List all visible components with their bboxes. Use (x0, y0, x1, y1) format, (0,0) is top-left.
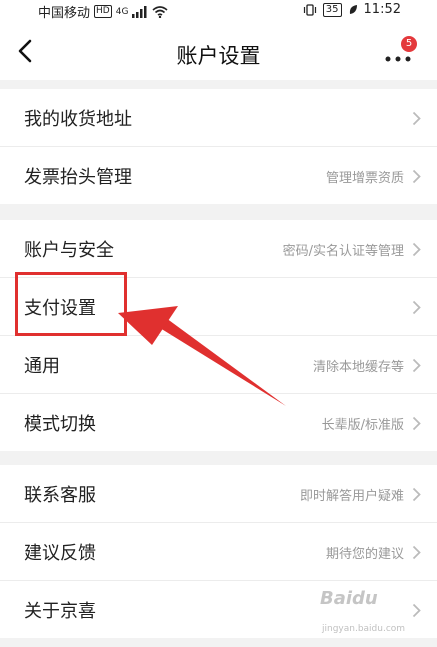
settings-group-support: 联系客服 即时解答用户疑难 建议反馈 期待您的建议 关于京喜 (0, 465, 437, 638)
row-label: 支付设置 (24, 298, 96, 319)
row-label: 我的收货地址 (24, 109, 132, 130)
chevron-right-icon (412, 487, 421, 502)
row-label: 发票抬头管理 (24, 167, 132, 188)
chevron-right-icon (412, 242, 421, 257)
row-shipping-address[interactable]: 我的收货地址 (0, 89, 437, 147)
row-subtitle: 管理增票资质 (325, 171, 404, 186)
battery-icon: 35 (322, 2, 342, 17)
leaf-icon (349, 4, 357, 14)
status-bar: 中国移动 HD 4G 35 11:52 (0, 0, 437, 22)
status-right: 35 11:52 (303, 2, 401, 17)
row-label: 关于京喜 (24, 601, 96, 622)
wifi-icon (152, 5, 168, 18)
vibrate-icon (303, 3, 316, 16)
row-subtitle: 期待您的建议 (325, 547, 404, 562)
row-account-security[interactable]: 账户与安全 密码/实名认证等管理 (0, 220, 437, 278)
row-mode-switch[interactable]: 模式切换 长辈版/标准版 (0, 394, 437, 451)
hd-icon: HD (94, 5, 112, 18)
settings-group-address: 我的收货地址 发票抬头管理 管理增票资质 (0, 89, 437, 204)
row-label: 通用 (24, 356, 60, 377)
row-subtitle: 密码/实名认证等管理 (282, 244, 404, 259)
row-label: 联系客服 (24, 485, 96, 506)
row-feedback[interactable]: 建议反馈 期待您的建议 (0, 523, 437, 581)
more-dots-icon (385, 56, 411, 62)
network-type: 4G (115, 6, 129, 17)
status-left: 中国移动 HD 4G (38, 2, 168, 21)
chevron-right-icon (412, 416, 421, 431)
chevron-right-icon (412, 300, 421, 315)
more-button[interactable]: 5 (383, 36, 417, 66)
row-subtitle: 清除本地缓存等 (312, 360, 404, 375)
row-label: 建议反馈 (24, 543, 96, 564)
signal-icon (132, 5, 147, 18)
notification-badge: 5 (401, 36, 417, 52)
row-payment-settings[interactable]: 支付设置 (0, 278, 437, 336)
chevron-right-icon (412, 169, 421, 184)
row-customer-service[interactable]: 联系客服 即时解答用户疑难 (0, 465, 437, 523)
watermark-logo: Baidu (320, 588, 378, 609)
row-label: 模式切换 (24, 414, 96, 435)
chevron-right-icon (412, 358, 421, 373)
row-subtitle: 长辈版/标准版 (321, 418, 404, 433)
watermark-url: jingyan.baidu.com (322, 624, 406, 634)
row-invoice-title[interactable]: 发票抬头管理 管理增票资质 (0, 147, 437, 204)
nav-bar: 账户设置 5 (0, 22, 437, 80)
row-label: 账户与安全 (24, 240, 114, 261)
chevron-right-icon (412, 545, 421, 560)
chevron-right-icon (412, 111, 421, 126)
settings-group-account: 账户与安全 密码/实名认证等管理 支付设置 通用 清除本地缓存等 模式切换 长辈… (0, 220, 437, 451)
chevron-right-icon (412, 603, 421, 618)
row-subtitle: 即时解答用户疑难 (299, 489, 404, 504)
page-title: 账户设置 (176, 44, 261, 68)
row-general[interactable]: 通用 清除本地缓存等 (0, 336, 437, 394)
carrier-name: 中国移动 (38, 6, 91, 21)
clock: 11:52 (363, 2, 401, 17)
